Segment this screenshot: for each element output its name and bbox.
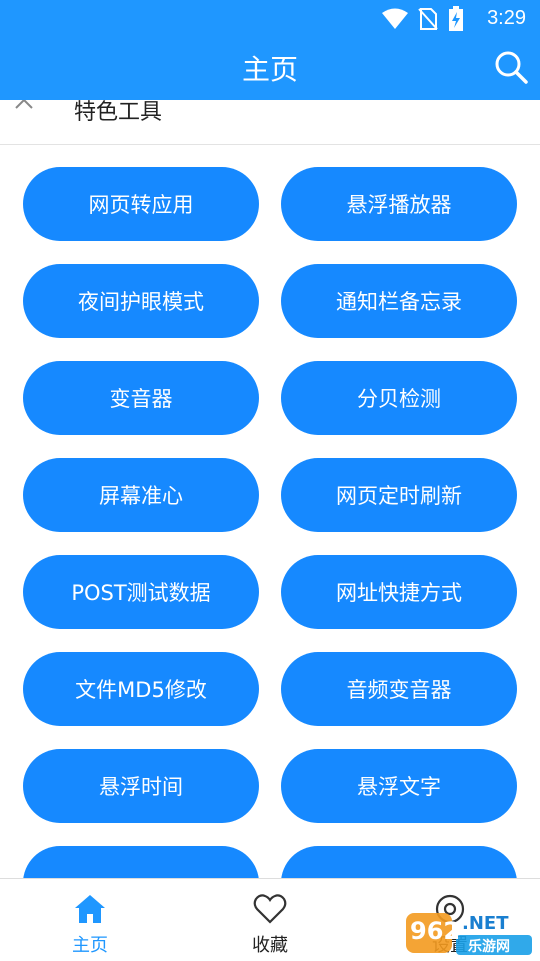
status-bar: 3:29	[0, 0, 540, 36]
tool-button-url-shortcut[interactable]: 网址快捷方式	[281, 555, 517, 629]
status-icons	[382, 6, 464, 32]
tool-button-auto-refresh[interactable]: 网页定时刷新	[281, 458, 517, 532]
watermark-number: 962	[410, 917, 461, 945]
nav-home-label: 主页	[72, 935, 108, 956]
status-time: 3:29	[487, 7, 526, 29]
tool-button-night-mode[interactable]: 夜间护眼模式	[23, 264, 259, 338]
wifi-icon	[382, 8, 408, 29]
tool-button-audio-voice-changer[interactable]: 音频变音器	[281, 652, 517, 726]
heart-icon	[253, 894, 287, 924]
tool-button-partial[interactable]	[23, 846, 259, 878]
tool-button-floating-text[interactable]: 悬浮文字	[281, 749, 517, 823]
nav-favorites-label: 收藏	[252, 935, 288, 956]
chevron-up-icon[interactable]	[12, 100, 36, 116]
tool-button-floating-time[interactable]: 悬浮时间	[23, 749, 259, 823]
tool-button-voice-changer[interactable]: 变音器	[23, 361, 259, 435]
site-watermark: 962 .NET 乐游网	[406, 911, 534, 957]
battery-charging-icon	[449, 6, 463, 31]
tool-button-partial[interactable]	[281, 846, 517, 878]
no-sim-icon	[418, 8, 438, 30]
watermark-sub: 乐游网	[468, 939, 510, 955]
section-header[interactable]: 特色工具	[0, 100, 540, 145]
tool-button-notification-memo[interactable]: 通知栏备忘录	[281, 264, 517, 338]
tool-button-post-test[interactable]: POST测试数据	[23, 555, 259, 629]
tools-grid: 网页转应用 悬浮播放器 夜间护眼模式 通知栏备忘录 变音器 分贝检测 屏幕准心 …	[0, 144, 540, 878]
home-icon	[75, 895, 105, 923]
watermark-net: .NET	[462, 913, 509, 934]
app-bar: 3:29 主页	[0, 0, 540, 100]
tool-button-decibel-meter[interactable]: 分贝检测	[281, 361, 517, 435]
tool-button-crosshair[interactable]: 屏幕准心	[23, 458, 259, 532]
section-title: 特色工具	[74, 100, 163, 125]
tool-button-floating-player[interactable]: 悬浮播放器	[281, 167, 517, 241]
nav-favorites[interactable]: 收藏	[180, 879, 360, 961]
page-title: 主页	[241, 53, 298, 86]
nav-home[interactable]: 主页	[0, 879, 180, 961]
bottom-nav: 主页 收藏 设置 962 .NET 乐游网	[0, 878, 540, 961]
tool-button-md5-modify[interactable]: 文件MD5修改	[23, 652, 259, 726]
search-icon[interactable]	[494, 50, 528, 84]
tool-button-web-to-app[interactable]: 网页转应用	[23, 167, 259, 241]
